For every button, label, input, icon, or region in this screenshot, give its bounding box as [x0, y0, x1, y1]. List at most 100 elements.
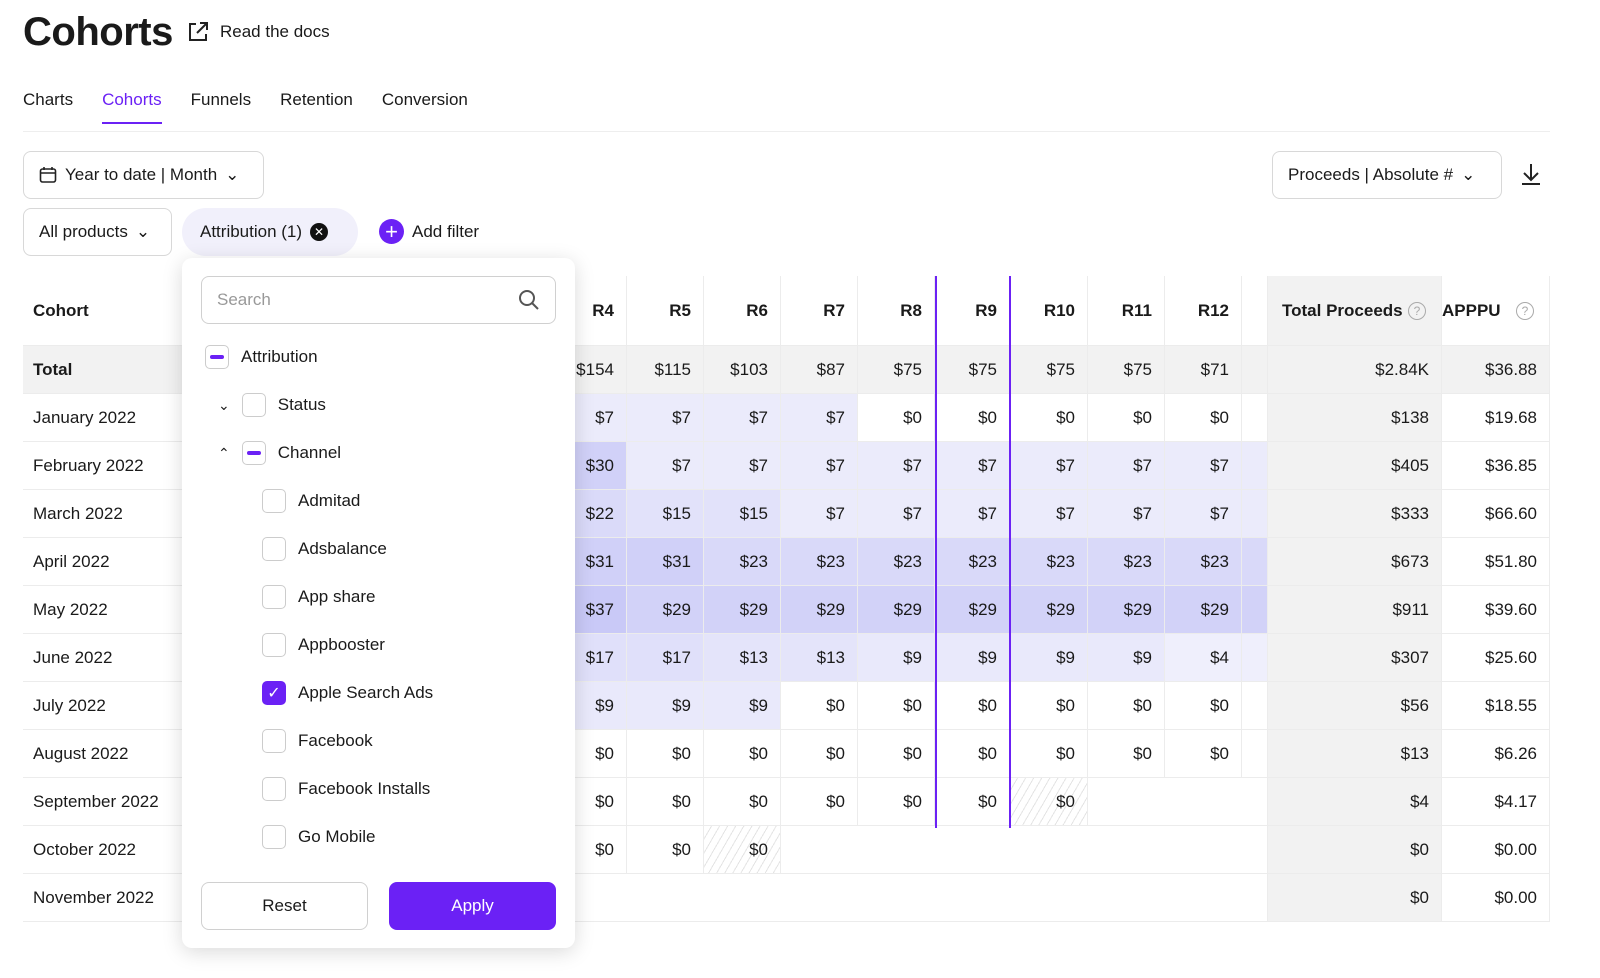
total-proceeds-cell: $911	[1268, 586, 1442, 634]
retention-cell: $9	[627, 682, 704, 730]
option-channel-item[interactable]: Appbooster	[262, 633, 385, 657]
tab-cohorts[interactable]: Cohorts	[102, 90, 162, 124]
external-link-icon	[189, 22, 208, 41]
checkbox[interactable]	[262, 633, 286, 657]
retention-cell: $0	[1010, 778, 1088, 826]
period-marker-line	[1009, 276, 1011, 828]
cohort-label: June 2022	[23, 634, 183, 682]
tab-charts[interactable]: Charts	[23, 90, 73, 124]
checkbox[interactable]	[262, 489, 286, 513]
spacer	[1242, 276, 1268, 346]
reset-button[interactable]: Reset	[201, 882, 368, 930]
retention-cell: $17	[627, 634, 704, 682]
retention-cell: $9	[575, 682, 627, 730]
retention-cell: $0	[704, 826, 781, 874]
empty-cell	[1010, 874, 1088, 922]
empty-cell	[1088, 778, 1165, 826]
empty-cell	[704, 874, 781, 922]
remove-filter-icon[interactable]: ✕	[310, 223, 329, 241]
option-channel-item[interactable]: ✓ Apple Search Ads	[262, 681, 433, 705]
option-channel-item[interactable]: Admitad	[262, 489, 360, 513]
chevron-down-icon: ⌄	[1461, 165, 1476, 184]
retention-cell: $7	[781, 394, 858, 442]
tab-retention[interactable]: Retention	[280, 90, 353, 124]
checkbox[interactable]	[262, 729, 286, 753]
cohort-label: April 2022	[23, 538, 183, 586]
retention-cell: $23	[935, 538, 1010, 586]
attribution-filter-chip[interactable]: Attribution (1) ✕	[182, 208, 358, 256]
download-icon[interactable]	[1520, 162, 1542, 186]
tab-funnels[interactable]: Funnels	[191, 90, 251, 124]
checkbox[interactable]	[262, 585, 286, 609]
retention-cell: $0	[935, 682, 1010, 730]
empty-cell	[935, 874, 1010, 922]
help-icon-proceeds[interactable]: ?	[1408, 302, 1426, 320]
retention-cell: $9	[858, 634, 935, 682]
retention-cell: $9	[1088, 634, 1165, 682]
add-filter-button[interactable]: + Add filter	[379, 219, 479, 244]
retention-cell: $31	[575, 538, 627, 586]
spacer	[1242, 538, 1268, 586]
total-proceeds-cell: $673	[1268, 538, 1442, 586]
retention-cell: $23	[781, 538, 858, 586]
empty-cell	[1165, 826, 1242, 874]
retention-cell: $7	[781, 490, 858, 538]
empty-cell	[858, 874, 935, 922]
retention-cell: $23	[1088, 538, 1165, 586]
option-channel-item[interactable]: Facebook	[262, 729, 373, 753]
retention-cell: $154	[575, 346, 627, 394]
retention-cell: $13	[704, 634, 781, 682]
checkbox[interactable]	[241, 393, 266, 417]
date-range-dropdown[interactable]: Year to date | Month ⌄	[23, 151, 264, 199]
apppu-cell: $18.55	[1442, 682, 1550, 730]
retention-cell: $0	[575, 778, 627, 826]
retention-cell: $0	[781, 682, 858, 730]
total-proceeds-cell: $0	[1268, 874, 1442, 922]
checkbox[interactable]	[262, 825, 286, 849]
retention-cell: $0	[1088, 682, 1165, 730]
retention-cell: $9	[935, 634, 1010, 682]
apppu-cell: $66.60	[1442, 490, 1550, 538]
option-channel-item[interactable]: Go Mobile	[262, 825, 375, 849]
retention-cell: $29	[781, 586, 858, 634]
checkbox[interactable]	[262, 537, 286, 561]
help-icon-apppu[interactable]: ?	[1516, 302, 1534, 320]
option-status[interactable]: ⌄ Status	[218, 393, 326, 417]
checkbox-checked[interactable]: ✓	[262, 681, 286, 705]
cohort-label: August 2022	[23, 730, 183, 778]
search-input[interactable]: Search	[201, 276, 556, 324]
retention-cell: $7	[1088, 442, 1165, 490]
apppu-cell: $36.85	[1442, 442, 1550, 490]
chevron-down-icon[interactable]: ⌄	[218, 397, 230, 414]
option-channel-item[interactable]: App share	[262, 585, 376, 609]
cohort-label: March 2022	[23, 490, 183, 538]
retention-cell: $29	[1088, 586, 1165, 634]
chevron-down-icon: ⌄	[225, 165, 240, 184]
option-channel[interactable]: ⌃ Channel	[218, 441, 341, 465]
retention-cell: $7	[935, 442, 1010, 490]
option-channel-item[interactable]: Facebook Installs	[262, 777, 430, 801]
total-proceeds-cell: $2.84K	[1268, 346, 1442, 394]
retention-cell: $7	[627, 442, 704, 490]
retention-cell: $0	[1165, 394, 1242, 442]
option-attribution[interactable]: Attribution	[205, 345, 318, 369]
apppu-cell: $0.00	[1442, 826, 1550, 874]
chevron-up-icon[interactable]: ⌃	[218, 445, 230, 462]
apply-button[interactable]: Apply	[389, 882, 556, 930]
products-dropdown[interactable]: All products ⌄	[23, 208, 172, 256]
empty-cell	[627, 874, 704, 922]
retention-cell: $115	[627, 346, 704, 394]
tab-conversion[interactable]: Conversion	[382, 90, 468, 124]
checkbox-indeterminate[interactable]	[241, 441, 266, 465]
spacer	[1242, 682, 1268, 730]
column-header-r8: R8	[858, 276, 935, 346]
checkbox[interactable]	[262, 777, 286, 801]
option-channel-item[interactable]: Adsbalance	[262, 537, 387, 561]
retention-cell: $0	[1088, 730, 1165, 778]
retention-cell: $0	[704, 730, 781, 778]
metric-dropdown[interactable]: Proceeds | Absolute # ⌄	[1272, 151, 1502, 199]
read-docs-link[interactable]: Read the docs	[186, 20, 330, 44]
total-proceeds-cell: $13	[1268, 730, 1442, 778]
chevron-down-icon: ⌄	[135, 222, 151, 241]
checkbox-indeterminate[interactable]	[205, 345, 229, 369]
